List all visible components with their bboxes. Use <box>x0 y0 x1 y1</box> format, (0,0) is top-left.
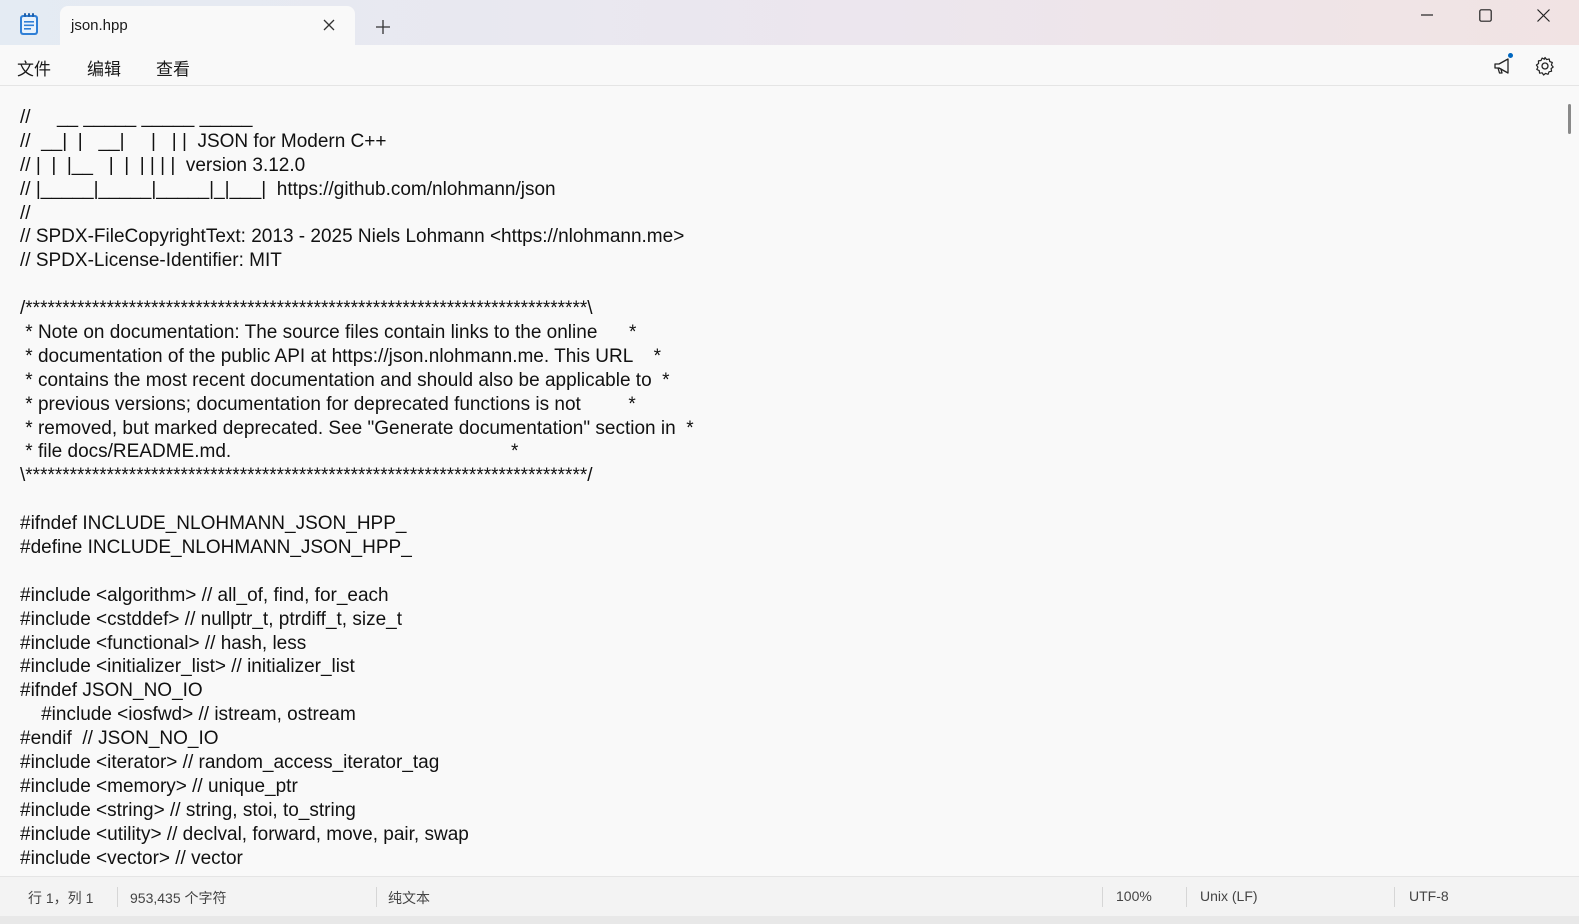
code-line: #include <iterator> // random_access_ite… <box>20 752 440 774</box>
code-line: * contains the most recent documentation… <box>20 369 670 391</box>
character-count: 953,435 个字符 <box>130 890 227 906</box>
code-line: #include <functional> // hash, less <box>20 632 307 654</box>
code-line: #ifndef JSON_NO_IO <box>20 680 203 702</box>
code-line: // __ _____ _____ _____ <box>20 107 253 128</box>
window-bottom-edge <box>0 916 1579 924</box>
minimize-icon <box>1421 14 1433 16</box>
code-line: * removed, but marked deprecated. See "G… <box>20 417 694 439</box>
cursor-position[interactable]: 行 1，列 1 <box>28 888 93 908</box>
close-icon <box>323 19 335 31</box>
code-line: #ifndef INCLUDE_NLOHMANN_JSON_HPP_ <box>20 513 407 535</box>
line-ending[interactable]: Unix (LF) <box>1200 888 1258 904</box>
code-line: #include <iosfwd> // istream, ostream <box>20 704 356 726</box>
maximize-button[interactable] <box>1456 0 1514 30</box>
code-line: // SPDX-FileCopyrightText: 2013 - 2025 N… <box>20 226 685 248</box>
title-bar: json.hpp <box>0 0 1579 45</box>
status-separator <box>1394 887 1395 907</box>
code-line: // SPDX-License-Identifier: MIT <box>20 250 282 272</box>
menu-file[interactable]: 文件 <box>11 54 57 81</box>
code-line: // <box>20 202 31 224</box>
code-line: // __| | __| | | | JSON for Modern C++ <box>20 130 387 152</box>
vertical-scrollbar[interactable] <box>1568 104 1571 134</box>
tab-title: json.hpp <box>71 17 128 34</box>
code-line: * previous versions; documentation for d… <box>20 393 636 415</box>
settings-button[interactable] <box>1532 53 1558 79</box>
code-line: * documentation of the public API at htt… <box>20 345 662 367</box>
close-tab-button[interactable] <box>318 14 340 36</box>
zoom-level[interactable]: 100% <box>1116 888 1152 904</box>
close-window-button[interactable] <box>1514 0 1572 30</box>
megaphone-icon <box>1494 58 1509 74</box>
tab-json-hpp[interactable]: json.hpp <box>60 6 355 45</box>
plus-icon <box>376 20 390 34</box>
minimize-button[interactable] <box>1398 0 1456 30</box>
code-line: * file docs/README.md. * <box>20 441 519 463</box>
announcement-button[interactable] <box>1490 53 1516 79</box>
menu-edit[interactable]: 编辑 <box>81 54 127 81</box>
code-line: #include <algorithm> // all_of, find, fo… <box>20 584 389 606</box>
code-line: /***************************************… <box>20 298 593 320</box>
notification-dot <box>1508 53 1513 58</box>
text-format[interactable]: 纯文本 <box>388 888 430 908</box>
editor-content[interactable]: // __ _____ _____ _____// __| | __| | | … <box>20 106 1540 871</box>
notepad-icon <box>18 12 40 36</box>
encoding[interactable]: UTF-8 <box>1409 888 1449 904</box>
code-line: #define INCLUDE_NLOHMANN_JSON_HPP_ <box>20 537 412 559</box>
status-separator <box>1186 887 1187 907</box>
code-line: #include <initializer_list> // initializ… <box>20 656 355 678</box>
code-line: #include <cstddef> // nullptr_t, ptrdiff… <box>20 608 402 630</box>
menu-bar: 文件 编辑 查看 <box>0 45 1579 86</box>
new-tab-button[interactable] <box>370 14 396 40</box>
code-line: // |_____|_____|_____|_|___| https://git… <box>20 178 556 200</box>
code-line: #endif // JSON_NO_IO <box>20 728 219 750</box>
code-line: \***************************************… <box>20 465 593 487</box>
code-line: #include <memory> // unique_ptr <box>20 775 298 797</box>
text-editor[interactable]: // __ _____ _____ _____// __| | __| | | … <box>0 86 1579 876</box>
gear-icon <box>1535 56 1554 76</box>
menu-view[interactable]: 查看 <box>150 54 196 81</box>
maximize-icon <box>1478 8 1492 22</box>
code-line: #include <string> // string, stoi, to_st… <box>20 799 356 821</box>
status-bar: 行 1，列 1 953,435 个字符 纯文本 100% Unix (LF) U… <box>0 876 1579 916</box>
code-line: // | | |__ | | | | | | version 3.12.0 <box>20 154 306 176</box>
close-icon <box>1536 8 1550 22</box>
code-line: * Note on documentation: The source file… <box>20 322 637 344</box>
status-separator <box>117 887 118 907</box>
code-line: #include <vector> // vector <box>20 847 243 869</box>
status-separator <box>1102 887 1103 907</box>
status-separator <box>376 887 377 907</box>
code-line: #include <utility> // declval, forward, … <box>20 823 469 845</box>
